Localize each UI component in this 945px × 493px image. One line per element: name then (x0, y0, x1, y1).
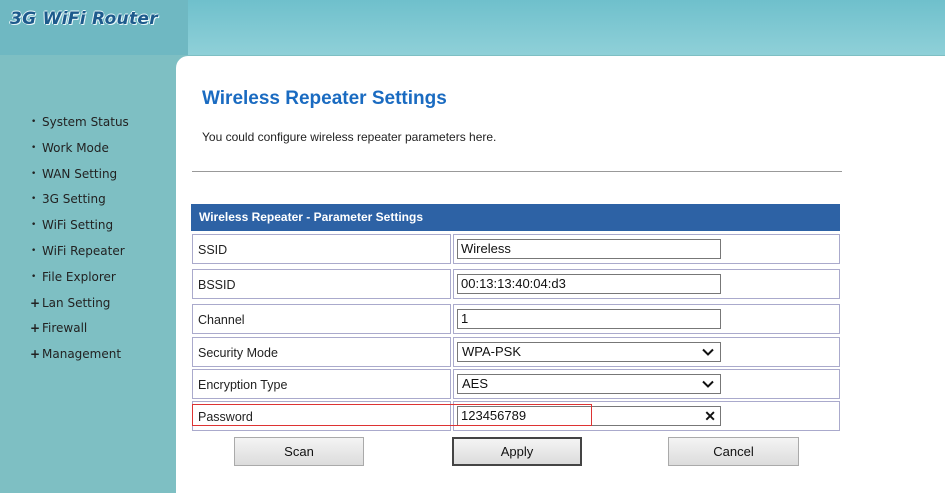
encryption-type-cell: AES (453, 369, 840, 399)
password-label: Password (192, 401, 451, 431)
plus-icon: + (30, 347, 41, 362)
password-cell: 123456789 ✕ (453, 401, 840, 431)
sidebar-item-wifi-setting[interactable]: • WiFi Setting (30, 217, 129, 243)
bssid-row: BSSID 00:13:13:40:04:d3 (191, 268, 841, 301)
sidebar-item-label: WAN Setting (42, 166, 118, 181)
sidebar-item-label: Work Mode (42, 140, 109, 155)
bssid-input[interactable]: 00:13:13:40:04:d3 (457, 274, 721, 294)
page-title: Wireless Repeater Settings (202, 88, 447, 109)
sidebar-item-firewall[interactable]: + Firewall (30, 320, 129, 346)
sidebar-item-lan-setting[interactable]: + Lan Setting (30, 295, 129, 321)
password-input[interactable]: 123456789 ✕ (457, 406, 721, 426)
sidebar-item-label: Management (42, 347, 122, 362)
bullet-icon: • (31, 117, 37, 127)
bullet-icon: • (31, 194, 37, 205)
channel-cell: 1 (453, 304, 840, 334)
sidebar-item-label: WiFi Repeater (42, 243, 125, 258)
apply-button[interactable]: Apply (452, 437, 582, 466)
encryption-type-select[interactable]: AES (457, 374, 721, 394)
ssid-input[interactable]: Wireless (457, 239, 721, 259)
plus-icon: + (30, 321, 41, 336)
sidebar-item-management[interactable]: + Management (30, 346, 129, 372)
bullet-icon: • (31, 220, 37, 231)
scan-button[interactable]: Scan (234, 437, 364, 466)
clear-icon[interactable]: ✕ (704, 407, 716, 425)
security-mode-row: Security Mode WPA-PSK (191, 336, 841, 369)
encryption-type-label: Encryption Type (192, 369, 451, 399)
bssid-label: BSSID (192, 269, 451, 299)
channel-row: Channel 1 (191, 303, 841, 336)
password-row: Password 123456789 ✕ (191, 400, 841, 433)
sidebar-item-file-explorer[interactable]: • File Explorer (30, 269, 129, 295)
channel-label: Channel (192, 304, 451, 334)
sidebar-item-work-mode[interactable]: • Work Mode (30, 140, 129, 166)
sidebar-item-label: Lan Setting (42, 295, 111, 310)
sidebar-item-label: WiFi Setting (42, 218, 114, 233)
logo-box: 3G WiFi Router (0, 0, 188, 55)
divider (192, 171, 842, 172)
password-value: 123456789 (461, 408, 527, 423)
ssid-row: SSID Wireless (191, 233, 841, 266)
router-logo: 3G WiFi Router (10, 9, 158, 29)
bullet-icon: • (31, 168, 37, 179)
encryption-type-row: Encryption Type AES (191, 368, 841, 401)
sidebar-item-label: System Status (42, 115, 129, 129)
security-mode-label: Security Mode (192, 337, 451, 367)
chevron-down-icon (702, 348, 714, 356)
encryption-type-value: AES (462, 376, 489, 391)
chevron-down-icon (702, 380, 714, 388)
bullet-icon: • (31, 271, 37, 282)
sidebar-item-label: Firewall (42, 321, 88, 336)
sidebar-item-system-status[interactable]: • System Status (30, 114, 129, 140)
ssid-cell: Wireless (453, 234, 840, 264)
bullet-icon: • (31, 142, 37, 153)
channel-input[interactable]: 1 (457, 309, 721, 329)
sidebar-item-wifi-repeater[interactable]: • WiFi Repeater (30, 243, 129, 269)
sidebar-nav: • System Status • Work Mode • WAN Setting •… (30, 114, 129, 372)
top-banner: 3G WiFi Router (0, 0, 945, 55)
bssid-cell: 00:13:13:40:04:d3 (453, 269, 840, 299)
security-mode-select[interactable]: WPA-PSK (457, 342, 721, 362)
security-mode-value: WPA-PSK (462, 344, 521, 359)
table-header: Wireless Repeater - Parameter Settings (191, 204, 840, 231)
sidebar-item-label: File Explorer (42, 269, 116, 284)
bullet-icon: • (31, 245, 37, 256)
ssid-label: SSID (192, 234, 451, 264)
cancel-button[interactable]: Cancel (668, 437, 799, 466)
plus-icon: + (30, 295, 41, 310)
sidebar-item-3g-setting[interactable]: • 3G Setting (30, 191, 129, 217)
sidebar-item-wan-setting[interactable]: • WAN Setting (30, 166, 129, 192)
security-mode-cell: WPA-PSK (453, 337, 840, 367)
sidebar-item-label: 3G Setting (42, 192, 106, 207)
page-description: You could configure wireless repeater pa… (202, 130, 497, 144)
